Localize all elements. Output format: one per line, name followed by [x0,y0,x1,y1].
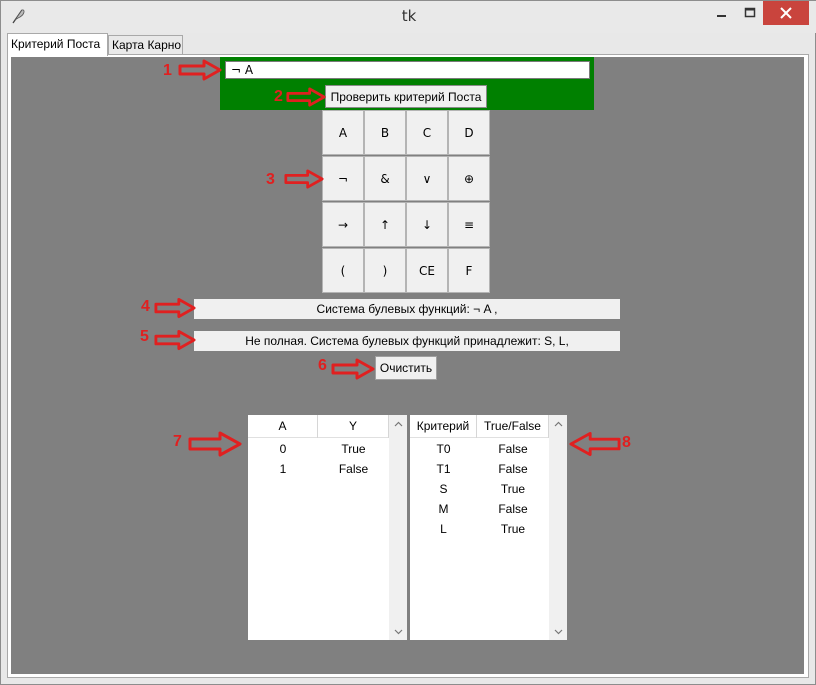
key-b[interactable]: B [364,110,406,155]
table-cell: False [338,462,369,476]
clear-button[interactable]: Очистить [375,356,437,380]
criteria-table-header: Критерий True/False [410,415,549,438]
key-a[interactable]: A [322,110,364,155]
maximize-button[interactable] [737,1,763,25]
table-row[interactable]: 1 False [248,459,389,479]
minimize-button[interactable] [707,1,737,25]
table-cell: False [498,502,528,516]
system-label: Система булевых функций: ¬ A , [194,299,620,319]
annotation-number-2: 2 [274,88,283,105]
table-cell: S [439,482,448,496]
table-cell: 0 [279,442,287,456]
scroll-down-button[interactable] [549,623,567,640]
table-cell: False [498,442,528,456]
truth-table[interactable]: A Y 0 True 1 False [248,415,389,640]
annotation-number-6: 6 [318,357,327,374]
table-row[interactable]: L True [410,519,549,539]
table-cell: True [500,522,526,536]
table-cell: False [498,462,528,476]
table-row[interactable]: S True [410,479,549,499]
chevron-up-icon [394,421,402,426]
key-c[interactable]: C [406,110,448,155]
table-cell: M [438,502,449,516]
criteria-table[interactable]: Критерий True/False T0 False T1 False S … [410,415,549,640]
key-sheffer[interactable]: ↑ [364,202,406,247]
table-cell: L [440,522,447,536]
key-and[interactable]: & [364,156,406,201]
table-cell: True [500,482,526,496]
scroll-up-button[interactable] [389,415,407,432]
key-open-paren[interactable]: ( [322,248,364,293]
truth-table-scrollbar[interactable] [389,415,407,640]
column-header[interactable]: Критерий [410,415,477,438]
column-header[interactable]: True/False [477,415,549,438]
table-row[interactable]: M False [410,499,549,519]
column-header[interactable]: Y [318,415,389,438]
title-bar: tk [1,1,816,33]
annotation-number-3: 3 [266,171,275,188]
table-row[interactable]: T1 False [410,459,549,479]
close-button[interactable] [763,1,809,25]
annotation-arrow-right-icon [331,358,375,380]
table-row[interactable]: T0 False [410,439,549,459]
annotation-number-7: 7 [173,433,182,450]
annotation-arrow-right-icon [188,431,242,457]
key-f[interactable]: F [448,248,490,293]
annotation-arrow-right-icon [178,59,222,81]
key-peirce[interactable]: ↓ [406,202,448,247]
tab-post-criterion[interactable]: Критерий Поста [7,33,108,56]
key-xor[interactable]: ⊕ [448,156,490,201]
scroll-down-button[interactable] [389,623,407,640]
annotation-arrow-right-icon [284,169,324,189]
annotation-number-5: 5 [140,328,149,345]
operator-keypad: A B C D ¬ & ∨ ⊕ → ↑ ↓ ≡ ( ) CE F [322,110,491,293]
minimize-icon [717,15,726,17]
table-cell: True [341,442,366,456]
key-or[interactable]: ∨ [406,156,448,201]
annotation-arrow-right-icon [286,87,326,107]
tab-karnaugh-map[interactable]: Карта Карно [108,35,183,55]
chevron-up-icon [554,421,562,426]
annotation-number-4: 4 [141,298,150,315]
table-row[interactable]: 0 True [248,439,389,459]
formula-input[interactable]: ¬ A [225,61,590,79]
annotation-arrow-right-icon [154,329,196,351]
truth-table-header: A Y [248,415,389,438]
key-ce[interactable]: CE [406,248,448,293]
table-cell: 1 [279,462,287,476]
scroll-up-button[interactable] [549,415,567,432]
key-implication[interactable]: → [322,202,364,247]
annotation-arrow-left-icon [569,431,621,457]
criteria-table-scrollbar[interactable] [549,415,567,640]
maximize-icon [744,7,756,18]
chevron-down-icon [394,629,402,634]
annotation-arrow-right-icon [154,297,196,319]
result-label: Не полная. Система булевых функций прина… [194,331,620,351]
annotation-number-8: 8 [622,434,631,451]
table-cell: T1 [436,462,451,476]
annotation-number-1: 1 [163,62,172,79]
key-d[interactable]: D [448,110,490,155]
key-equivalence[interactable]: ≡ [448,202,490,247]
table-cell: T0 [436,442,451,456]
key-not[interactable]: ¬ [322,156,364,201]
key-close-paren[interactable]: ) [364,248,406,293]
close-icon [780,7,792,19]
chevron-down-icon [554,629,562,634]
window-title: tk [401,7,417,25]
column-header[interactable]: A [248,415,318,438]
check-post-criterion-button[interactable]: Проверить критерий Поста [325,85,487,108]
